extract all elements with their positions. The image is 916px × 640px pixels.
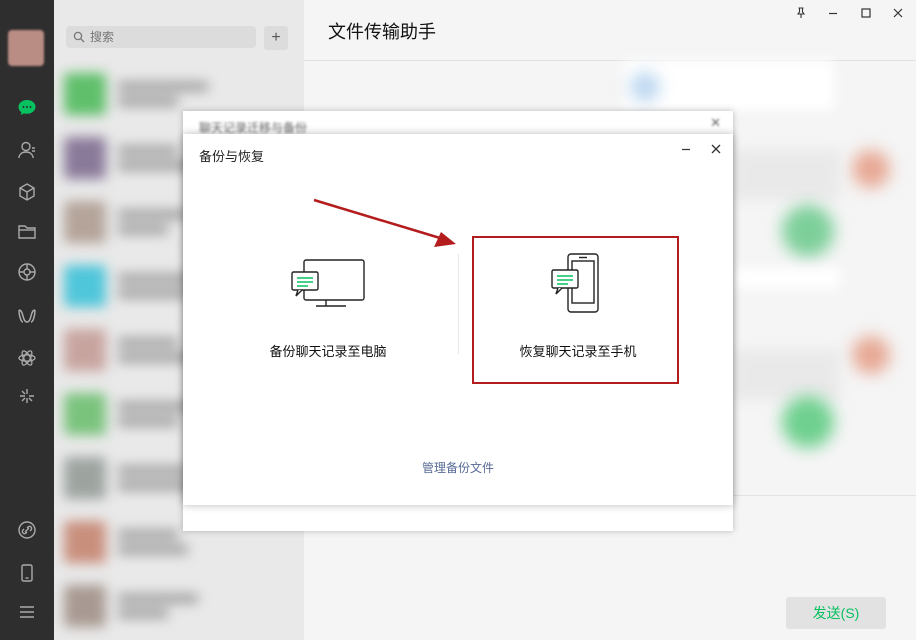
options-divider (458, 254, 459, 354)
blurred-thumbnail (782, 396, 834, 448)
search-icon (72, 30, 86, 44)
dialog-minimize-icon[interactable] (677, 140, 695, 158)
manage-backup-link[interactable]: 管理备份文件 (183, 459, 733, 476)
annotation-highlight-box (472, 236, 679, 384)
close-icon[interactable] (889, 4, 907, 22)
chat-icon[interactable] (15, 96, 39, 120)
blurred-avatar (852, 336, 890, 374)
blurred-message (734, 350, 840, 400)
blurred-message (734, 150, 840, 200)
cube-icon[interactable] (15, 180, 39, 204)
phone-icon[interactable] (15, 561, 39, 585)
monitor-chat-icon (286, 254, 370, 317)
moments-icon[interactable] (15, 260, 39, 284)
menu-icon[interactable] (15, 600, 39, 624)
minimize-icon[interactable] (824, 4, 842, 22)
link-icon[interactable] (15, 518, 39, 542)
backup-to-pc-option[interactable]: 备份聊天记录至电脑 (223, 254, 433, 360)
search-input[interactable] (90, 30, 240, 44)
blurred-avatar (852, 150, 890, 188)
blurred-avatar (630, 72, 660, 102)
user-avatar[interactable] (8, 30, 44, 66)
annotation-arrow (313, 198, 456, 247)
add-chat-button[interactable]: + (264, 26, 288, 50)
send-button[interactable]: 发送(S) (786, 597, 886, 629)
nav-rail (0, 0, 54, 640)
list-item[interactable] (54, 574, 304, 638)
dialog-close-icon[interactable] (707, 140, 725, 158)
channels-icon[interactable] (15, 304, 39, 328)
folder-icon[interactable] (15, 220, 39, 244)
dialog-title: 备份与恢复 (199, 149, 265, 164)
mini-program-icon[interactable] (15, 346, 39, 370)
blurred-message (734, 268, 840, 288)
blurred-thumbnail (782, 205, 834, 257)
backup-to-pc-label: 备份聊天记录至电脑 (269, 344, 387, 359)
back-dialog-close-icon[interactable]: ✕ (710, 115, 721, 131)
pin-icon[interactable] (792, 4, 810, 22)
chat-title: 文件传输助手 (328, 22, 436, 42)
search-box[interactable] (66, 26, 256, 48)
search-sparkle-icon[interactable] (15, 384, 39, 408)
maximize-icon[interactable] (857, 4, 875, 22)
contacts-icon[interactable] (15, 138, 39, 162)
